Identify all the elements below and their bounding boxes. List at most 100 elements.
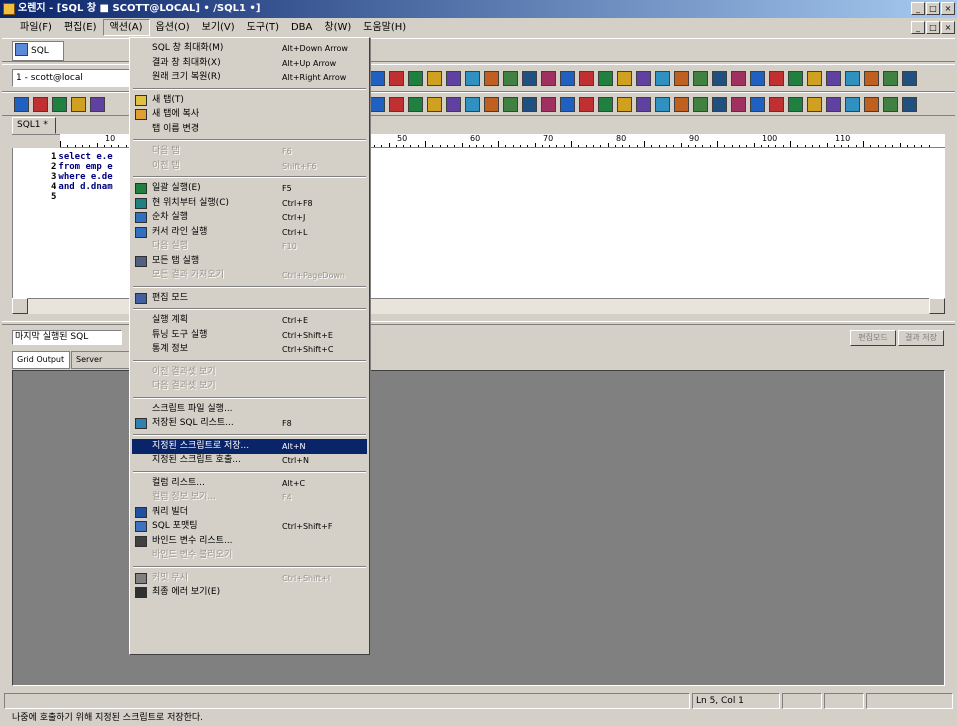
menu-item[interactable]: 쿼리 빌더	[132, 505, 367, 520]
edit-toolbar-button-icon[interactable]	[484, 97, 499, 112]
edit-toolbar-button-icon[interactable]	[370, 97, 385, 112]
menu-item[interactable]: 최종 에러 보기(E)	[132, 585, 367, 600]
toolbar-button-icon[interactable]	[731, 71, 746, 86]
toolbar-button-icon[interactable]	[522, 71, 537, 86]
toolbar-button-icon[interactable]	[826, 71, 841, 86]
minimize-button[interactable]: _	[911, 2, 925, 15]
edit-toolbar-button-icon[interactable]	[769, 97, 784, 112]
toolbar-button-icon[interactable]	[560, 71, 575, 86]
menu-item[interactable]: 커서 라인 실행 Ctrl+L	[132, 225, 367, 240]
menu-item[interactable]: 지정된 스크립트 호출... Ctrl+N	[132, 453, 367, 468]
edit-toolbar-button-icon[interactable]	[465, 97, 480, 112]
toolbar-button-icon[interactable]	[750, 71, 765, 86]
edit-mode-button[interactable]: 편집모드	[850, 330, 896, 346]
menu-item[interactable]: 현 위치부터 실행(C) Ctrl+F8	[132, 196, 367, 211]
nav-toolbar-button-icon[interactable]	[71, 97, 86, 112]
menu-file[interactable]: 파일(F)	[14, 19, 58, 36]
menu-window[interactable]: 창(W)	[318, 19, 357, 36]
toolbar-button-icon[interactable]	[389, 71, 404, 86]
edit-toolbar-button-icon[interactable]	[636, 97, 651, 112]
edit-toolbar-button-icon[interactable]	[522, 97, 537, 112]
edit-toolbar-button-icon[interactable]	[731, 97, 746, 112]
edit-toolbar-button-icon[interactable]	[712, 97, 727, 112]
toolbar-button-icon[interactable]	[579, 71, 594, 86]
scroll-left-button[interactable]	[12, 298, 28, 314]
last-sql-field[interactable]: 마지막 실행된 SQL	[12, 330, 122, 345]
edit-toolbar-button-icon[interactable]	[845, 97, 860, 112]
edit-toolbar-button-icon[interactable]	[560, 97, 575, 112]
menu-edit[interactable]: 편집(E)	[58, 19, 103, 36]
nav-toolbar-button-icon[interactable]	[14, 97, 29, 112]
menu-item[interactable]: 컬럼 리스트... Alt+C	[132, 476, 367, 491]
mdi-minimize-button[interactable]: _	[911, 21, 925, 34]
menu-item[interactable]: 새 탭(T)	[132, 93, 367, 108]
menu-item[interactable]: 편집 모드	[132, 291, 367, 306]
toolbar-button-icon[interactable]	[636, 71, 651, 86]
toolbar-button-icon[interactable]	[712, 71, 727, 86]
menu-item[interactable]: 모든 탭 실행	[132, 254, 367, 269]
toolbar-button-icon[interactable]	[807, 71, 822, 86]
menu-options[interactable]: 옵션(O)	[150, 19, 196, 36]
toolbar-button-icon[interactable]	[864, 71, 879, 86]
menu-item[interactable]: 바인드 변수 리스트...	[132, 534, 367, 549]
toolbar-button-icon[interactable]	[674, 71, 689, 86]
toolbar-button-icon[interactable]	[484, 71, 499, 86]
edit-toolbar-button-icon[interactable]	[617, 97, 632, 112]
edit-toolbar-button-icon[interactable]	[408, 97, 423, 112]
toolbar-button-icon[interactable]	[503, 71, 518, 86]
edit-toolbar-button-icon[interactable]	[655, 97, 670, 112]
toolbar-button-icon[interactable]	[902, 71, 917, 86]
toolbar-button-icon[interactable]	[845, 71, 860, 86]
edit-toolbar-button-icon[interactable]	[446, 97, 461, 112]
menu-view[interactable]: 보기(V)	[196, 19, 241, 36]
mdi-restore-button[interactable]: □	[926, 21, 940, 34]
tab-grid-output[interactable]: Grid Output	[12, 351, 70, 369]
edit-toolbar-button-icon[interactable]	[788, 97, 803, 112]
edit-toolbar-button-icon[interactable]	[427, 97, 442, 112]
edit-toolbar-button-icon[interactable]	[693, 97, 708, 112]
edit-toolbar-button-icon[interactable]	[826, 97, 841, 112]
menu-item[interactable]: 원래 크기 복원(R) Alt+Right Arrow	[132, 70, 367, 85]
edit-toolbar-button-icon[interactable]	[541, 97, 556, 112]
nav-toolbar-button-icon[interactable]	[90, 97, 105, 112]
toolbar-button-icon[interactable]	[617, 71, 632, 86]
toolbar-button-icon[interactable]	[541, 71, 556, 86]
menu-actions[interactable]: 액션(A)	[102, 19, 150, 36]
menu-item[interactable]: 튜닝 도구 실행 Ctrl+Shift+E	[132, 328, 367, 343]
menu-item[interactable]: 결과 창 최대화(X) Alt+Up Arrow	[132, 56, 367, 71]
session-tab[interactable]: SQL	[12, 41, 64, 61]
edit-toolbar-button-icon[interactable]	[598, 97, 613, 112]
edit-toolbar-button-icon[interactable]	[503, 97, 518, 112]
menu-item[interactable]: SQL 포맷팅 Ctrl+Shift+F	[132, 519, 367, 534]
toolbar-button-icon[interactable]	[693, 71, 708, 86]
menu-item[interactable]: 실행 계획 Ctrl+E	[132, 313, 367, 328]
menu-item[interactable]: 지정된 스크립트로 저장... Alt+N	[132, 438, 367, 454]
mdi-close-button[interactable]: ×	[941, 21, 955, 34]
nav-toolbar-button-icon[interactable]	[33, 97, 48, 112]
tab-server-output[interactable]: Server Output	[71, 351, 131, 380]
edit-toolbar-button-icon[interactable]	[864, 97, 879, 112]
menu-item[interactable]: 저장된 SQL 리스트... F8	[132, 416, 367, 431]
toolbar-button-icon[interactable]	[655, 71, 670, 86]
toolbar-button-icon[interactable]	[427, 71, 442, 86]
edit-toolbar-button-icon[interactable]	[579, 97, 594, 112]
close-button[interactable]: ×	[941, 2, 955, 15]
nav-toolbar-button-icon[interactable]	[52, 97, 67, 112]
menu-item[interactable]: 새 탭에 복사	[132, 107, 367, 122]
maximize-button[interactable]: □	[926, 2, 940, 15]
menu-item[interactable]: 일괄 실행(E) F5	[132, 181, 367, 196]
menu-item[interactable]: 통계 정보 Ctrl+Shift+C	[132, 342, 367, 357]
toolbar-button-icon[interactable]	[446, 71, 461, 86]
toolbar-button-icon[interactable]	[465, 71, 480, 86]
menu-item[interactable]: 순차 실행 Ctrl+J	[132, 210, 367, 225]
edit-toolbar-button-icon[interactable]	[674, 97, 689, 112]
menu-item[interactable]: 스크립트 파일 실행...	[132, 402, 367, 417]
menu-help[interactable]: 도움말(H)	[357, 19, 412, 36]
edit-toolbar-button-icon[interactable]	[902, 97, 917, 112]
scroll-right-button[interactable]	[929, 298, 945, 314]
toolbar-button-icon[interactable]	[788, 71, 803, 86]
toolbar-button-icon[interactable]	[408, 71, 423, 86]
menu-dba[interactable]: DBA	[285, 19, 318, 36]
toolbar-button-icon[interactable]	[370, 71, 385, 86]
edit-toolbar-button-icon[interactable]	[883, 97, 898, 112]
